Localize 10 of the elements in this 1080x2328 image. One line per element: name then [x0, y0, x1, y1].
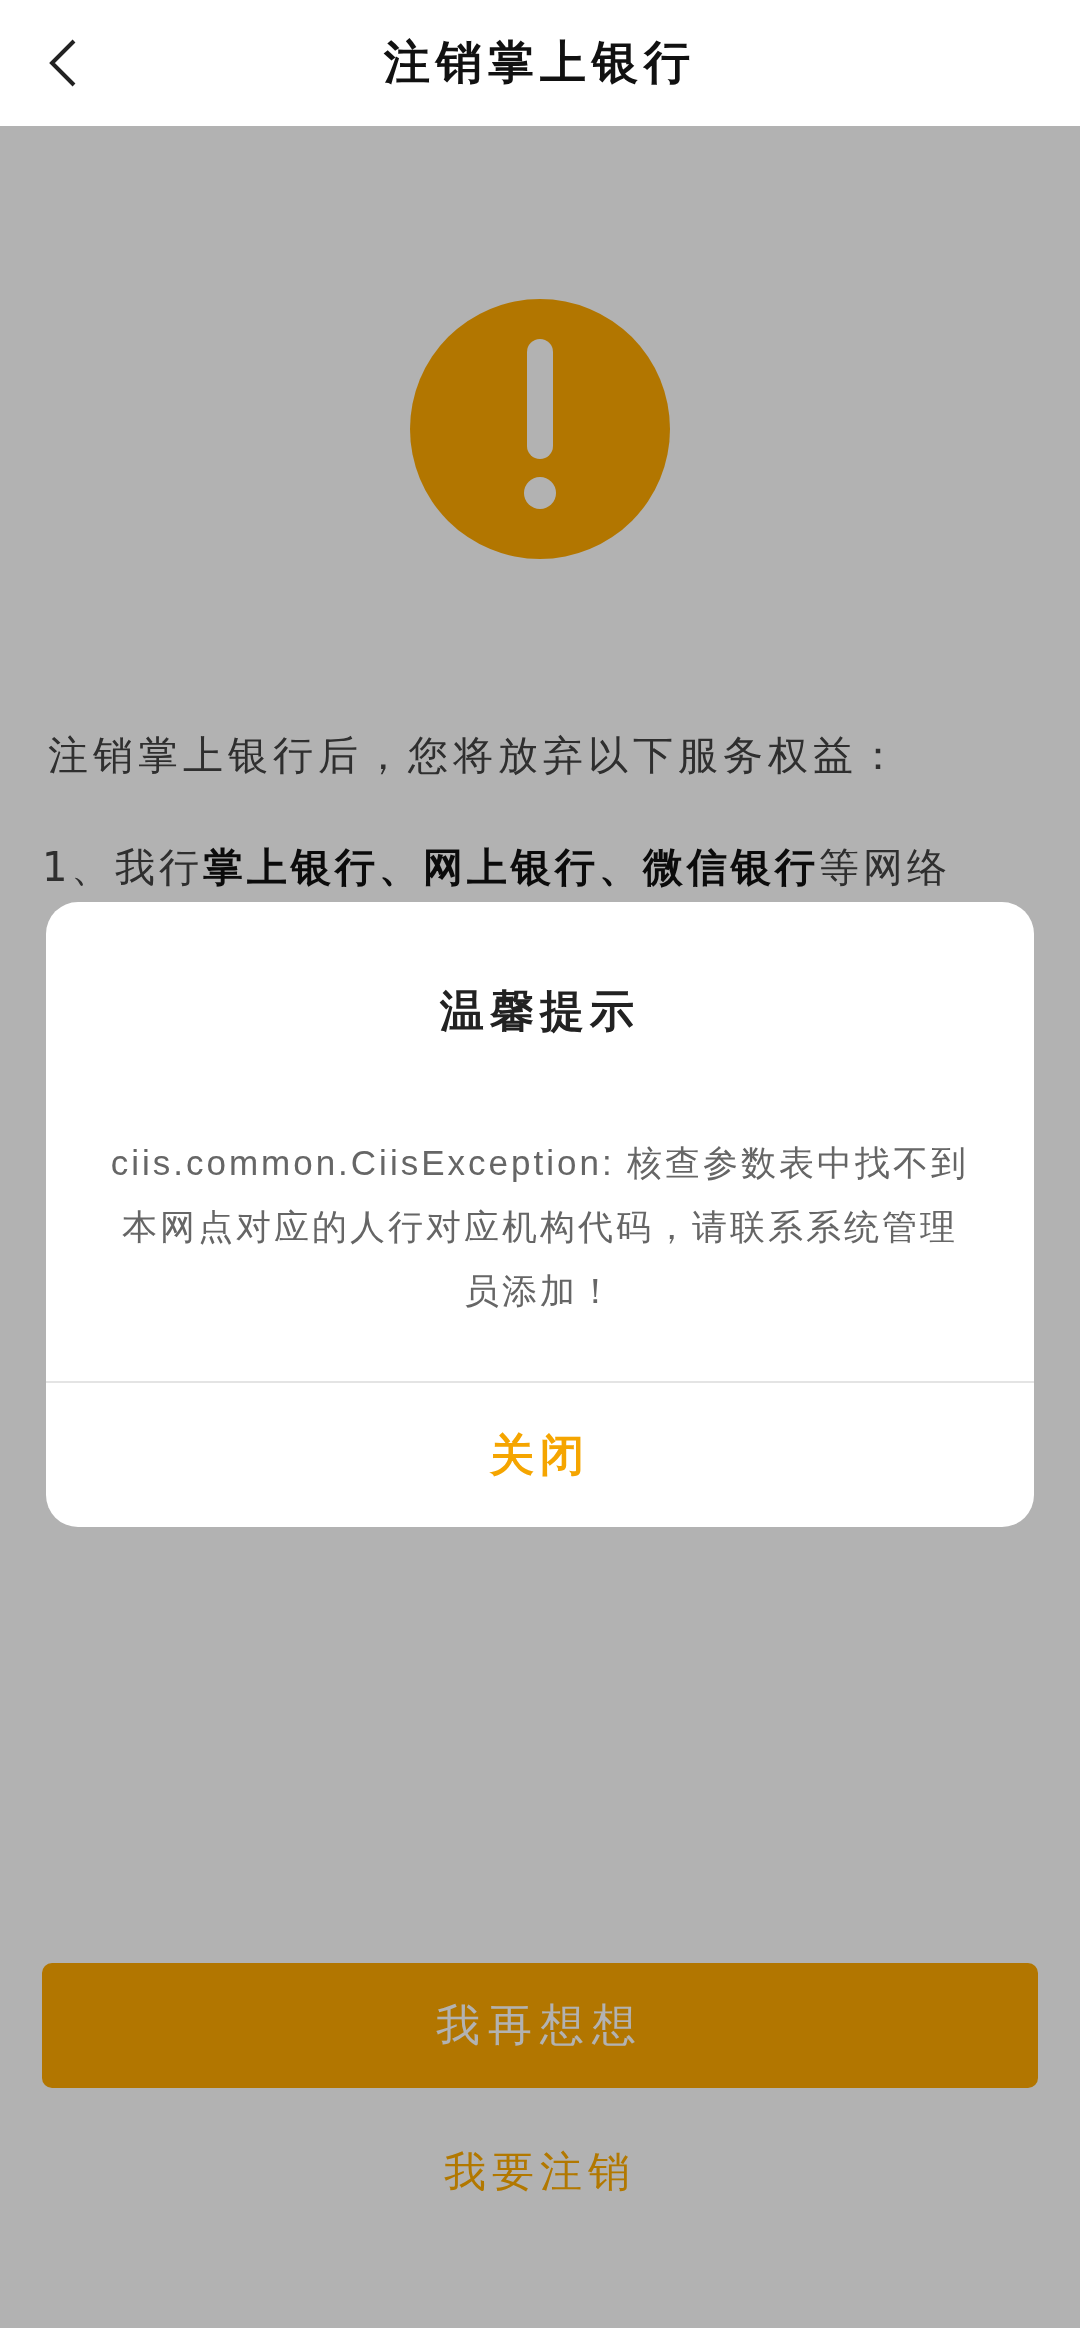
warning-icon [410, 299, 670, 559]
close-button[interactable]: 关闭 [46, 1383, 1034, 1527]
error-message: ciis.common.CiisException: 核查参数表中找不到本网点对应的人行对应机构代码，请联系系统管理员添加！ [109, 1142, 971, 1312]
cancel-account-link[interactable]: 我要注销 [424, 2136, 656, 2208]
page-title: 注销掌上银行 [384, 34, 696, 91]
back-icon[interactable] [48, 38, 78, 88]
reconsider-button[interactable]: 我再想想 [42, 1963, 1038, 2088]
notice-text: 注销掌上银行后，您将放弃以下服务权益： [47, 731, 904, 780]
benefit-text: 1、我行掌上银行、网上银行、微信银行等网络 [42, 843, 953, 892]
dialog-title: 温馨提示 [440, 984, 640, 1038]
